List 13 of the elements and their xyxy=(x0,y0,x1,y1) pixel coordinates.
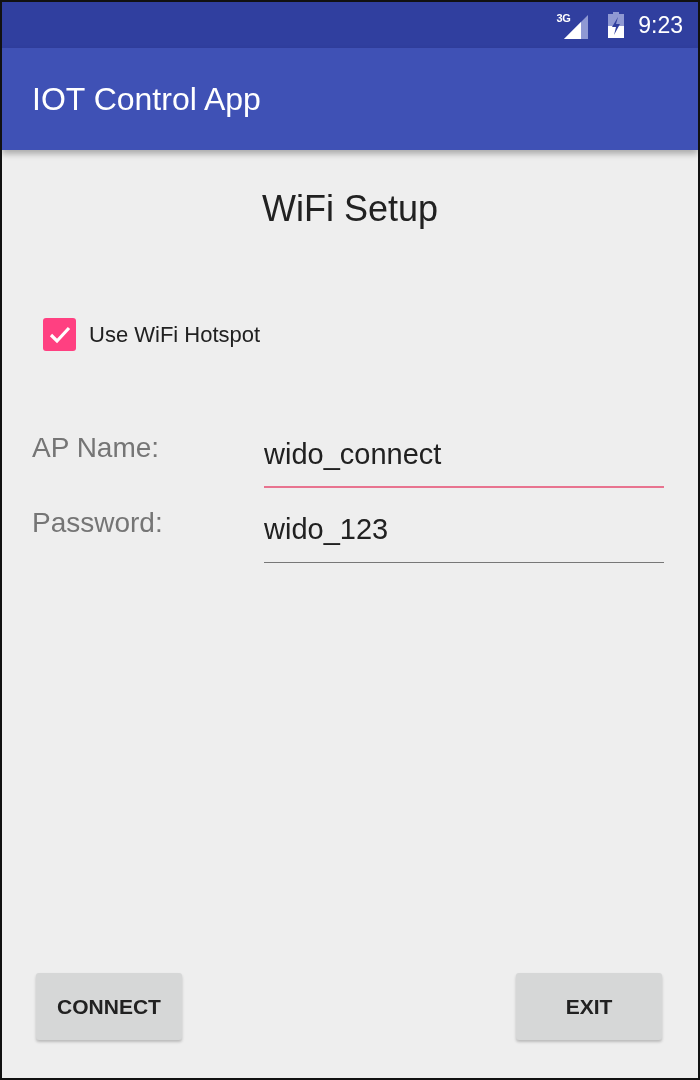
connect-button[interactable]: CONNECT xyxy=(36,973,182,1040)
clock-time: 9:23 xyxy=(638,13,683,37)
checkbox[interactable] xyxy=(43,318,76,352)
input-field[interactable]: wido_123 xyxy=(264,503,664,564)
page-heading: WiFi Setup xyxy=(261,187,438,231)
network-type: 3G xyxy=(556,13,571,24)
field-label: AP Name: xyxy=(32,431,161,465)
app-title: IOT Control App xyxy=(32,83,261,115)
battery-charging-icon xyxy=(608,12,625,38)
field-label: Password: xyxy=(32,506,164,540)
input-field[interactable]: wido_connect xyxy=(264,428,664,489)
exit-button[interactable]: EXIT xyxy=(516,973,662,1040)
checkbox-label[interactable]: Use WiFi Hotspot xyxy=(89,321,261,348)
